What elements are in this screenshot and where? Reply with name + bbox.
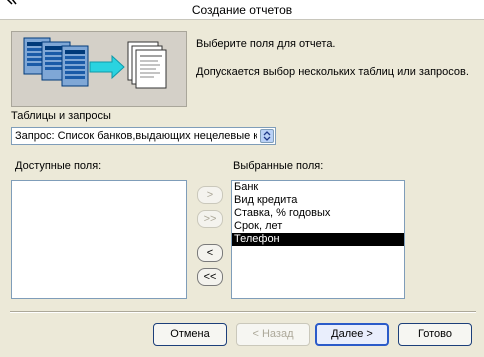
source-combo-value: Запрос: Список банков,выдающих нецелевые… [15,130,257,142]
list-item-selected[interactable]: Телефон [232,233,404,246]
remove-all-fields-button[interactable]: << [197,268,223,286]
report-wizard-illustration [11,31,187,107]
title-bar: Создание отчетов [0,0,484,20]
dropdown-arrow-icon[interactable] [260,129,274,143]
list-item[interactable]: Срок, лет [232,220,404,233]
list-item[interactable]: Вид кредита [232,194,404,207]
intro-text-1: Выберите поля для отчета. [196,38,336,50]
source-combo[interactable]: Запрос: Список банков,выдающих нецелевые… [11,127,276,145]
add-all-fields-button[interactable]: >> [197,210,223,228]
selected-fields-list[interactable]: Банк Вид кредита Ставка, % годовых Срок,… [231,180,405,299]
source-label: Таблицы и запросы [11,110,111,122]
window-title: Создание отчетов [191,3,293,17]
intro-text-2: Допускается выбор нескольких таблиц или … [196,66,469,78]
next-button[interactable]: Далее > [315,323,389,346]
add-field-button[interactable]: > [197,186,223,204]
list-item[interactable]: Банк [232,181,404,194]
list-item[interactable]: Ставка, % годовых [232,207,404,220]
back-button[interactable]: < Назад [236,323,310,346]
finish-button[interactable]: Готово [398,323,472,346]
selected-fields-label: Выбранные поля: [233,160,324,172]
available-fields-label: Доступные поля: [15,160,102,172]
available-fields-list[interactable] [11,180,187,299]
cancel-button[interactable]: Отмена [153,323,227,346]
footer-separator [10,311,476,313]
remove-field-button[interactable]: < [197,244,223,262]
